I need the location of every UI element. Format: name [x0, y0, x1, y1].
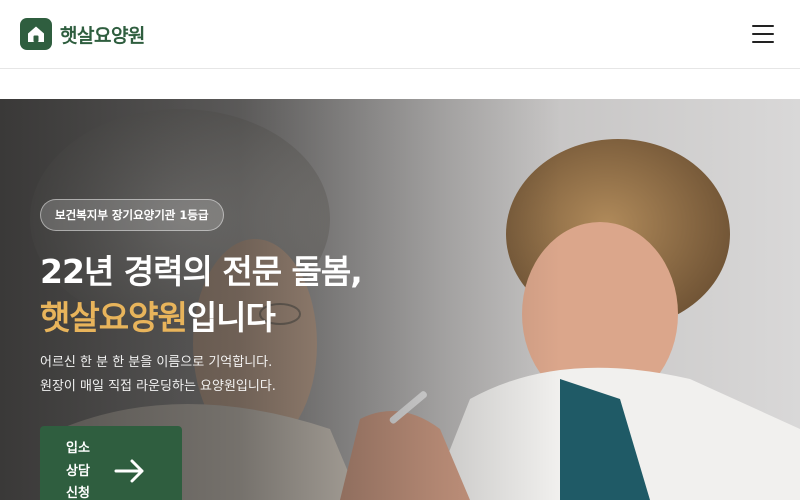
headline-accent: 햇살요양원 — [40, 298, 188, 337]
certification-badge: 보건복지부 장기요양기관 1등급 — [40, 199, 224, 231]
hero-headline: 22년 경력의 전문 돌봄, 햇살요양원입니다 — [40, 249, 363, 341]
description-line-1: 어르신 한 분 한 분을 이름으로 기억합니다. — [40, 355, 273, 370]
arrow-right-icon — [114, 458, 146, 488]
house-icon — [20, 18, 52, 50]
headline-line-2: 햇살요양원입니다 — [40, 295, 362, 341]
description-line-2: 원장이 매일 직접 라운딩하는 요양원입니다. — [40, 379, 276, 394]
headline-suffix: 입니다 — [186, 298, 276, 337]
consultation-button-label: 입소 상담 신청 — [66, 441, 90, 500]
brand-name: 햇살요양원 — [60, 24, 145, 47]
consultation-button[interactable]: 입소 상담 신청 — [40, 426, 182, 500]
headline-line-1: 22년 경력의 전문 돌봄, — [40, 252, 363, 291]
hero-section: 보건복지부 장기요양기관 1등급 22년 경력의 전문 돌봄, 햇살요양원입니다… — [0, 99, 800, 500]
site-header: 햇살요양원 — [0, 0, 800, 69]
brand-logo[interactable]: 햇살요양원 — [20, 18, 145, 50]
hero-description: 어르신 한 분 한 분을 이름으로 기억합니다. 원장이 매일 직접 라운딩하는… — [40, 351, 276, 399]
hamburger-menu-icon[interactable] — [746, 22, 780, 46]
